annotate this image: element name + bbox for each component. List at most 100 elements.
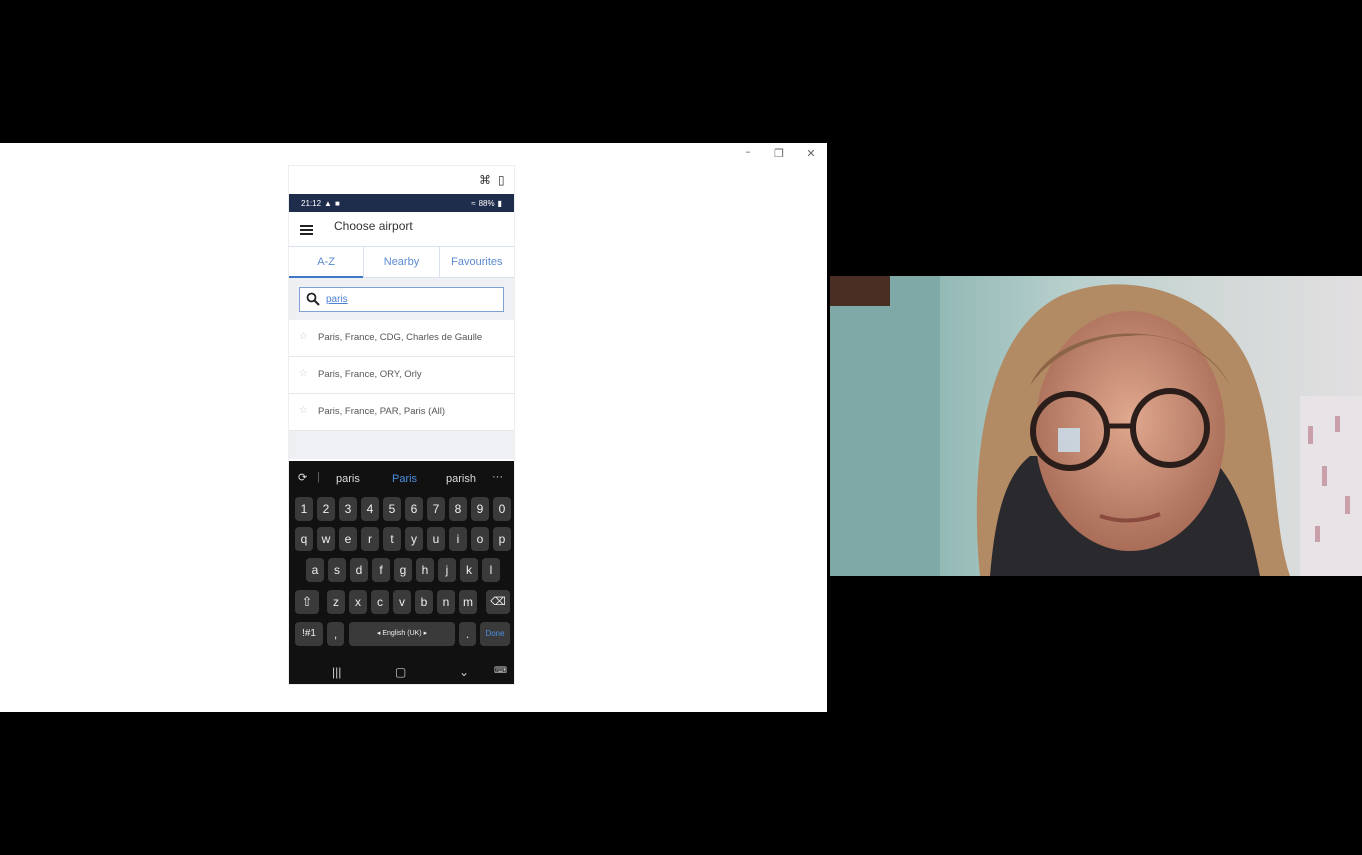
comma-key[interactable]: , <box>327 622 344 646</box>
airport-label: Paris, France, PAR, Paris (All) <box>318 406 446 417</box>
suggestion-bar: ⟳ | paris Paris parish ··· <box>289 461 514 497</box>
app-header: Choose airport <box>289 212 514 246</box>
key-e[interactable]: e <box>339 527 357 551</box>
keyboard-icon[interactable]: ⌨ <box>494 665 507 676</box>
suggestion-divider: | <box>317 471 320 483</box>
page-title: Choose airport <box>334 219 413 233</box>
period-key[interactable]: . <box>459 622 476 646</box>
key-o[interactable]: o <box>471 527 489 551</box>
key-3[interactable]: 3 <box>339 497 357 521</box>
key-c[interactable]: c <box>371 590 389 614</box>
key-1[interactable]: 1 <box>295 497 313 521</box>
on-screen-keyboard: ⟳ | paris Paris parish ··· 1234567890 qw… <box>289 461 514 684</box>
key-9[interactable]: 9 <box>471 497 489 521</box>
participant-image <box>830 276 1362 576</box>
key-u[interactable]: u <box>427 527 445 551</box>
list-background <box>289 431 514 459</box>
key-d[interactable]: d <box>350 558 368 582</box>
key-0[interactable]: 0 <box>493 497 511 521</box>
search-value: paris <box>326 294 348 305</box>
home-icon[interactable]: ▢ <box>395 665 406 679</box>
key-g[interactable]: g <box>394 558 412 582</box>
key-s[interactable]: s <box>328 558 346 582</box>
star-icon[interactable]: ☆ <box>299 368 308 379</box>
key-8[interactable]: 8 <box>449 497 467 521</box>
key-w[interactable]: w <box>317 527 335 551</box>
more-icon[interactable]: ··· <box>492 471 503 483</box>
key-m[interactable]: m <box>459 590 477 614</box>
key-y[interactable]: y <box>405 527 423 551</box>
status-bar: 21:12 ▲ ■ ≈ 88% ▮ <box>289 194 514 212</box>
key-4[interactable]: 4 <box>361 497 379 521</box>
hamburger-icon[interactable] <box>300 225 313 235</box>
language-label: English (UK) <box>382 630 422 637</box>
maximize-icon[interactable]: ❐ <box>769 147 789 160</box>
search-area: paris <box>289 278 514 320</box>
airport-label: Paris, France, ORY, Orly <box>318 369 422 380</box>
star-icon[interactable]: ☆ <box>299 405 308 416</box>
android-nav-bar: ||| ▢ ⌄ ⌨ <box>289 661 514 684</box>
warning-icon: ▲ <box>324 198 332 208</box>
key-i[interactable]: i <box>449 527 467 551</box>
key-a[interactable]: a <box>306 558 324 582</box>
key-p[interactable]: p <box>493 527 511 551</box>
star-icon[interactable]: ☆ <box>299 331 308 342</box>
key-6[interactable]: 6 <box>405 497 423 521</box>
device-icon[interactable]: ▯ <box>498 173 505 187</box>
chevron-down-icon[interactable]: ⌄ <box>459 665 469 679</box>
key-l[interactable]: l <box>482 558 500 582</box>
symbols-key[interactable]: !#1 <box>295 622 323 646</box>
key-j[interactable]: j <box>438 558 456 582</box>
airport-label: Paris, France, CDG, Charles de Gaulle <box>318 332 483 343</box>
key-n[interactable]: n <box>437 590 455 614</box>
letter-row-1: qwertyuiop <box>289 527 514 551</box>
key-v[interactable]: v <box>393 590 411 614</box>
list-item[interactable]: ☆ Paris, France, CDG, Charles de Gaulle <box>289 320 514 357</box>
key-k[interactable]: k <box>460 558 478 582</box>
refresh-icon[interactable]: ⟳ <box>298 471 307 484</box>
suggestion-2[interactable]: Paris <box>392 473 417 485</box>
bottom-row: !#1 , ◂ English (UK) ▸ . Done <box>289 622 514 646</box>
minimize-icon[interactable]: – <box>738 145 758 158</box>
screen: – ❐ ✕ ⌘ ▯ 21:12 ▲ ■ ≈ 88% ▮ Choose airpo… <box>0 0 1362 855</box>
shift-icon[interactable]: ⇧ <box>295 590 319 614</box>
notification-icon: ■ <box>334 198 340 208</box>
list-item[interactable]: ☆ Paris, France, ORY, Orly <box>289 357 514 394</box>
key-z[interactable]: z <box>327 590 345 614</box>
status-time: 21:12 <box>301 198 322 208</box>
battery-icon: ▮ <box>497 198 502 208</box>
tab-a-z[interactable]: A-Z <box>289 247 365 278</box>
backspace-icon[interactable]: ⌫ <box>486 590 510 614</box>
suggestion-3[interactable]: parish <box>446 473 476 485</box>
search-icon <box>306 292 320 306</box>
close-icon[interactable]: ✕ <box>801 147 821 160</box>
wifi-icon: ≈ <box>471 198 476 208</box>
tab-favourites[interactable]: Favourites <box>440 247 514 277</box>
cast-icon[interactable]: ⌘ <box>479 173 491 187</box>
mirror-toolbar: ⌘ ▯ <box>289 166 514 194</box>
shared-screen-window: – ❐ ✕ ⌘ ▯ 21:12 ▲ ■ ≈ 88% ▮ Choose airpo… <box>0 143 827 712</box>
key-2[interactable]: 2 <box>317 497 335 521</box>
key-q[interactable]: q <box>295 527 313 551</box>
recents-icon[interactable]: ||| <box>332 665 341 679</box>
key-7[interactable]: 7 <box>427 497 445 521</box>
list-item[interactable]: ☆ Paris, France, PAR, Paris (All) <box>289 394 514 431</box>
tab-nearby[interactable]: Nearby <box>364 247 440 277</box>
key-r[interactable]: r <box>361 527 379 551</box>
key-5[interactable]: 5 <box>383 497 401 521</box>
key-x[interactable]: x <box>349 590 367 614</box>
letter-row-2: asdfghjkl <box>289 558 514 582</box>
key-h[interactable]: h <box>416 558 434 582</box>
number-row: 1234567890 <box>289 497 514 521</box>
space-key[interactable]: ◂ English (UK) ▸ <box>349 622 455 646</box>
battery-level: 88% <box>478 198 495 208</box>
letter-row-3: ⇧ ⌫ zxcvbnm <box>289 590 514 614</box>
search-input[interactable]: paris <box>299 287 504 312</box>
key-b[interactable]: b <box>415 590 433 614</box>
tab-bar: A-Z Nearby Favourites <box>289 246 514 278</box>
webcam-video <box>830 276 1362 576</box>
key-t[interactable]: t <box>383 527 401 551</box>
suggestion-1[interactable]: paris <box>336 473 360 485</box>
key-f[interactable]: f <box>372 558 390 582</box>
done-key[interactable]: Done <box>480 622 510 646</box>
